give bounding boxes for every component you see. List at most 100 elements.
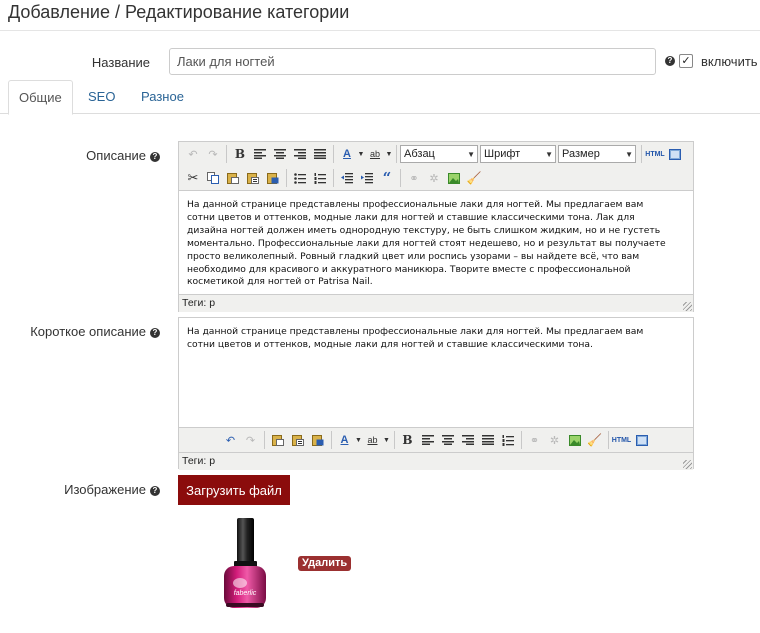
paste-icon[interactable] <box>223 168 243 188</box>
description-line: моментально. Профессиональные лаки для н… <box>187 237 666 249</box>
html-source-icon[interactable]: HTML <box>645 144 665 164</box>
toolbar-separator <box>641 145 642 163</box>
tab-general[interactable]: Общие <box>8 80 73 115</box>
description-tags: Теги: p <box>182 297 216 309</box>
chevron-down-icon[interactable]: ▼ <box>355 430 363 450</box>
name-label: Название <box>91 55 150 70</box>
image-label-text: Изображение <box>64 482 146 497</box>
resize-grip-icon[interactable] <box>683 302 692 311</box>
paste-word-icon[interactable] <box>263 168 283 188</box>
enable-checkbox[interactable]: ✓ <box>679 54 693 68</box>
numbered-list-icon[interactable] <box>498 430 518 450</box>
title-divider <box>0 30 760 31</box>
toolbar-separator <box>520 431 522 449</box>
paragraph-select[interactable]: Абзац ▼ <box>400 145 478 163</box>
product-label: faberlic <box>234 590 257 597</box>
toolbar-separator <box>330 431 332 449</box>
short-description-content[interactable]: На данной странице представлены професси… <box>179 318 693 427</box>
description-content[interactable]: На данной странице представлены професси… <box>179 191 693 294</box>
link-icon[interactable]: ⚭ <box>404 168 424 188</box>
chevron-down-icon[interactable]: ▼ <box>385 144 393 164</box>
page-title: Добавление / Редактирование категории <box>8 2 350 22</box>
toolbar-separator <box>263 431 265 449</box>
chevron-down-icon: ▼ <box>625 150 633 159</box>
cleanup-icon[interactable]: 🧹 <box>585 430 605 450</box>
toolbar-separator <box>286 169 287 187</box>
description-line: На данной странице представлены професси… <box>187 199 644 210</box>
short-description-help-icon[interactable]: ? <box>150 328 160 338</box>
paste-text-icon[interactable] <box>243 168 263 188</box>
cut-icon[interactable]: ✂ <box>183 168 203 188</box>
image-help-icon[interactable]: ? <box>150 486 160 496</box>
highlight-color-icon[interactable]: ab <box>363 430 383 450</box>
description-line: сотни цветов и оттенков, модные лаки для… <box>187 211 635 223</box>
align-justify-icon[interactable] <box>478 430 498 450</box>
outdent-icon[interactable] <box>337 168 357 188</box>
description-editor: ↶ ↷ B A ▼ ab ▼ Абзац ▼ Шрифт ▼ Размер ▼ … <box>178 141 694 312</box>
blockquote-icon[interactable]: “ <box>377 168 397 188</box>
copy-icon[interactable] <box>203 168 223 188</box>
toolbar-separator <box>607 431 609 449</box>
undo-icon[interactable]: ↶ <box>221 430 241 450</box>
bold-icon[interactable]: B <box>230 144 250 164</box>
name-help-icon[interactable]: ? <box>665 56 675 66</box>
short-description-statusbar: Теги: p <box>179 452 693 470</box>
highlight-color-icon[interactable]: ab <box>365 144 385 164</box>
chevron-down-icon[interactable]: ▼ <box>357 144 365 164</box>
description-label-text: Описание <box>86 148 146 163</box>
numbered-list-icon[interactable] <box>310 168 330 188</box>
font-select[interactable]: Шрифт ▼ <box>480 145 556 163</box>
align-left-icon[interactable] <box>250 144 270 164</box>
html-source-icon[interactable]: HTML <box>612 430 632 450</box>
align-center-icon[interactable] <box>270 144 290 164</box>
chevron-down-icon[interactable]: ▼ <box>383 430 391 450</box>
bullet-list-icon[interactable] <box>290 168 310 188</box>
unlink-icon[interactable]: ✲ <box>545 430 565 450</box>
short-description-label-text: Короткое описание <box>30 324 146 339</box>
align-right-icon[interactable] <box>290 144 310 164</box>
description-help-icon[interactable]: ? <box>150 152 160 162</box>
description-line: дизайна ногтей должен иметь однородную т… <box>187 224 661 236</box>
resize-grip-icon[interactable] <box>683 460 692 469</box>
indent-icon[interactable] <box>357 168 377 188</box>
font-color-icon[interactable]: A <box>337 144 357 164</box>
paste-text-icon[interactable] <box>288 430 308 450</box>
name-input[interactable] <box>169 48 656 75</box>
link-icon[interactable]: ⚭ <box>525 430 545 450</box>
fullscreen-icon[interactable] <box>632 430 652 450</box>
redo-icon[interactable]: ↷ <box>241 430 261 450</box>
bold-icon[interactable]: B <box>398 430 418 450</box>
size-select[interactable]: Размер ▼ <box>558 145 636 163</box>
tab-misc[interactable]: Разное <box>131 80 194 114</box>
short-description-tags: Теги: p <box>182 455 216 467</box>
align-justify-icon[interactable] <box>310 144 330 164</box>
delete-image-button[interactable]: Удалить <box>298 556 352 571</box>
paste-word-icon[interactable] <box>308 430 328 450</box>
tab-bar: Общие SEO Разное <box>0 80 760 115</box>
product-image: faberlic <box>220 515 270 613</box>
unlink-icon[interactable]: ✲ <box>424 168 444 188</box>
paragraph-select-value: Абзац <box>404 148 435 160</box>
description-toolbar: ↶ ↷ B A ▼ ab ▼ Абзац ▼ Шрифт ▼ Размер ▼ … <box>179 142 693 191</box>
font-select-value: Шрифт <box>484 148 521 160</box>
upload-file-button[interactable]: Загрузить файл <box>178 475 290 505</box>
insert-image-icon[interactable] <box>565 430 585 450</box>
align-center-icon[interactable] <box>438 430 458 450</box>
toolbar-separator <box>396 145 397 163</box>
toolbar-separator <box>333 145 334 163</box>
undo-icon[interactable]: ↶ <box>183 144 203 164</box>
description-line: необходимо для красивого и аккуратного м… <box>187 263 631 275</box>
align-left-icon[interactable] <box>418 430 438 450</box>
description-statusbar: Теги: p <box>179 294 693 312</box>
font-color-icon[interactable]: A <box>335 430 355 450</box>
cleanup-icon[interactable]: 🧹 <box>464 168 484 188</box>
redo-icon[interactable]: ↷ <box>203 144 223 164</box>
insert-image-icon[interactable] <box>444 168 464 188</box>
toolbar-separator <box>400 169 401 187</box>
tab-seo[interactable]: SEO <box>78 80 125 114</box>
paste-icon[interactable] <box>268 430 288 450</box>
chevron-down-icon: ▼ <box>467 150 475 159</box>
align-right-icon[interactable] <box>458 430 478 450</box>
fullscreen-icon[interactable] <box>665 144 685 164</box>
image-label: Изображение? <box>20 482 160 497</box>
